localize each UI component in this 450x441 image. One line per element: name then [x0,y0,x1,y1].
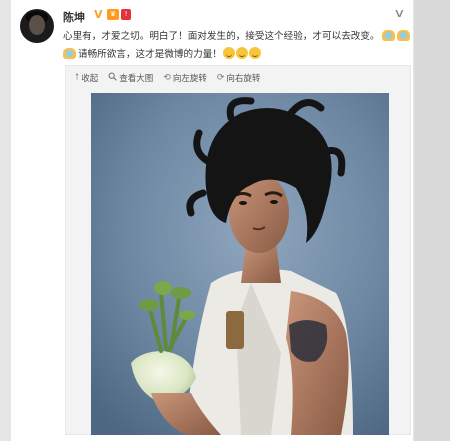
arrow-up-icon: ⭡ [75,73,80,83]
rotate-right-icon: ⟳ [216,73,225,83]
media-expanded-box: ⭡ 收起 查看大图 ⟲ 向左旋转 ⟳ 向右旋转 [65,65,411,435]
page-margin-right [415,0,450,441]
post-photo[interactable] [91,93,389,435]
smile-emoji-icon [235,47,248,59]
view-large-label: 查看大图 [119,74,154,84]
rotate-left-label: 向左旋转 [172,74,207,84]
rotate-left-icon: ⟲ [163,73,171,83]
rotate-right-button[interactable]: ⟳ 向右旋转 [217,72,261,84]
collapse-button[interactable]: ⭡ 收起 [75,72,98,84]
pray-emoji-icon [396,30,410,41]
rotate-right-label: 向右旋转 [226,74,261,84]
pray-emoji-icon [381,30,395,41]
avatar-face [29,15,45,35]
smile-emoji-icon [222,47,235,59]
view-large-button[interactable]: 查看大图 [108,72,153,84]
post-text-line-2: 请畅所欲言，这才是微博的力量！ [63,47,261,62]
post-text-line-1: 心里有，才爱之切。明白了！面对发生的，接受这个经验，才可以去改变。 [63,30,410,44]
user-badges: V ♛ ! [94,9,131,20]
weibo-post-card: 陈坤 V ♛ ! ∨ 心里有，才爱之切。明白了！面对发生的，接受这个经验，才可以… [10,0,414,441]
verified-v-icon[interactable]: V [94,9,105,20]
post-text-1: 心里有，才爱之切。明白了！面对发生的，接受这个经验，才可以去改变。 [63,31,380,42]
magnifier-icon [108,72,117,84]
red-badge-icon[interactable]: ! [121,9,131,20]
collapse-label: 收起 [81,74,99,84]
vip-crown-icon[interactable]: ♛ [107,9,119,20]
username[interactable]: 陈坤 [63,9,85,25]
media-toolbar: ⭡ 收起 查看大图 ⟲ 向左旋转 ⟳ 向右旋转 [66,66,410,90]
smile-emoji-icon [248,47,261,59]
rotate-left-button[interactable]: ⟲ 向左旋转 [163,72,207,84]
pray-emoji-icon [63,48,76,59]
post-text-2: 请畅所欲言，这才是微博的力量！ [78,49,222,60]
chevron-down-icon[interactable]: ∨ [393,6,405,20]
avatar[interactable] [20,9,54,43]
page-margin-left [0,0,10,441]
